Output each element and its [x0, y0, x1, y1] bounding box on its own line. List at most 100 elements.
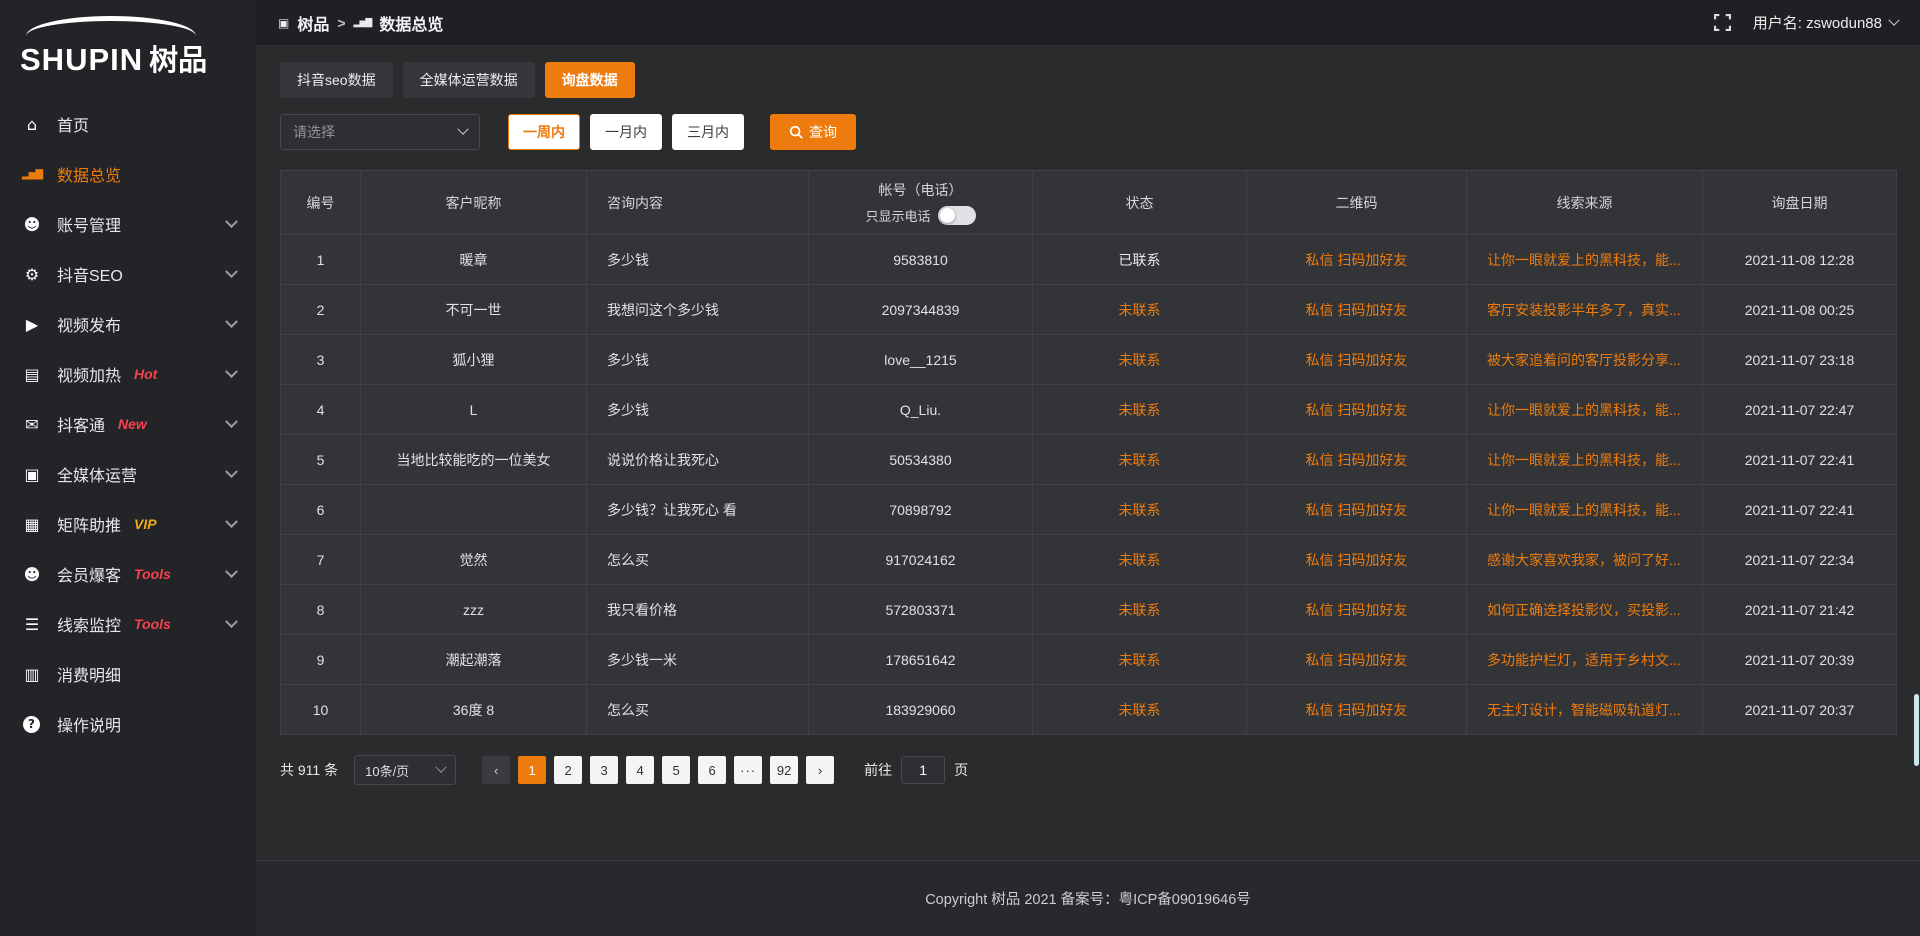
sidebar-item[interactable]: ▦ 矩阵助推 VIP: [0, 499, 256, 549]
table-header-row: 编号 客户昵称 咨询内容 帐号（电话） 只显示电话 状态 二维码 线索来源 询盘…: [281, 171, 1897, 235]
status-badge: 未联系: [1119, 302, 1161, 318]
page-size-select[interactable]: 10条/页: [354, 755, 456, 785]
qrcode-link[interactable]: 私信 扫码加好友: [1306, 302, 1408, 318]
source-link[interactable]: 让你一眼就爱上的黑科技，能...: [1467, 400, 1702, 420]
page-size-value: 10条/页: [365, 761, 409, 780]
qrcode-link[interactable]: 私信 扫码加好友: [1306, 502, 1408, 518]
cell-source: 客厅安装投影半年多了，真实...: [1467, 285, 1703, 335]
sidebar-item-icon: ?: [23, 716, 40, 733]
header-id: 编号: [281, 171, 361, 235]
cell-qrcode: 私信 扫码加好友: [1247, 435, 1467, 485]
sidebar-item-icon: ☻: [20, 215, 44, 234]
source-link[interactable]: 让你一眼就爱上的黑科技，能...: [1467, 250, 1702, 270]
page-button[interactable]: 1: [518, 756, 546, 784]
sidebar-item[interactable]: ▣ 全媒体运营: [0, 449, 256, 499]
phone-only-toggle[interactable]: [938, 206, 976, 225]
tab-button[interactable]: 全媒体运营数据: [403, 62, 535, 98]
cell-status: 未联系: [1033, 435, 1247, 485]
source-link[interactable]: 让你一眼就爱上的黑科技，能...: [1467, 500, 1702, 520]
header-qrcode: 二维码: [1247, 171, 1467, 235]
cell-content: 我只看价格: [587, 585, 809, 635]
status-badge: 未联系: [1119, 552, 1161, 568]
search-button[interactable]: 查询: [770, 114, 856, 150]
cell-account: 917024162: [809, 535, 1033, 585]
filter-bar: 请选择 一周内 一月内 三月内 查询: [280, 114, 1896, 150]
logo-text-en: SHUPIN: [20, 42, 143, 78]
qrcode-link[interactable]: 私信 扫码加好友: [1306, 602, 1408, 618]
goto-page: 前往 页: [864, 756, 968, 784]
tab-button[interactable]: 抖音seo数据: [280, 62, 393, 98]
source-link[interactable]: 无主灯设计，智能磁吸轨道灯...: [1467, 700, 1702, 720]
sidebar-item[interactable]: ? 操作说明: [0, 699, 256, 749]
page-button[interactable]: 4: [626, 756, 654, 784]
time-range-button[interactable]: 一周内: [508, 114, 580, 150]
qrcode-link[interactable]: 私信 扫码加好友: [1306, 552, 1408, 568]
time-range-button[interactable]: 三月内: [672, 114, 744, 150]
source-link[interactable]: 让你一眼就爱上的黑科技，能...: [1467, 450, 1702, 470]
sidebar-item-icon: ⚙: [20, 265, 44, 284]
page-button[interactable]: ›: [806, 756, 834, 784]
sidebar-item-icon: ▤: [20, 365, 44, 384]
sidebar-item[interactable]: ▶ 视频发布: [0, 299, 256, 349]
sidebar-item[interactable]: ✉ 抖客通 New: [0, 399, 256, 449]
cell-id: 2: [281, 285, 361, 335]
sidebar-item[interactable]: ▥ 消费明细: [0, 649, 256, 699]
source-link[interactable]: 多功能护栏灯，适用于乡村文...: [1467, 650, 1702, 670]
cell-nickname: 狐小狸: [361, 335, 587, 385]
sidebar-item[interactable]: ⚙ 抖音SEO: [0, 249, 256, 299]
sidebar-item[interactable]: ⌂ 首页: [0, 99, 256, 149]
sidebar-menu: ⌂ 首页 ▂▅▇ 数据总览 ☻ 账号管理: [0, 99, 256, 749]
source-link[interactable]: 被大家追着问的客厅投影分享...: [1467, 350, 1702, 370]
sidebar-item-icon: ▂▅▇: [20, 169, 44, 180]
source-link[interactable]: 客厅安装投影半年多了，真实...: [1467, 300, 1702, 320]
cell-date: 2021-11-07 20:39: [1703, 635, 1897, 685]
cell-source: 让你一眼就爱上的黑科技，能...: [1467, 385, 1703, 435]
qrcode-link[interactable]: 私信 扫码加好友: [1306, 702, 1408, 718]
cell-id: 6: [281, 485, 361, 535]
breadcrumb-root[interactable]: 树品: [297, 11, 329, 35]
qrcode-link[interactable]: 私信 扫码加好友: [1306, 252, 1408, 268]
user-menu[interactable]: 用户名: zswodun88: [1753, 12, 1898, 33]
status-badge: 未联系: [1119, 602, 1161, 618]
chevron-down-icon: [1888, 14, 1899, 25]
sidebar-item[interactable]: ☻ 账号管理: [0, 199, 256, 249]
status-badge: 已联系: [1119, 252, 1161, 268]
page-button[interactable]: 92: [770, 756, 798, 784]
page-button[interactable]: 6: [698, 756, 726, 784]
cell-account: 70898792: [809, 485, 1033, 535]
cell-qrcode: 私信 扫码加好友: [1247, 685, 1467, 735]
status-badge: 未联系: [1119, 402, 1161, 418]
qrcode-link[interactable]: 私信 扫码加好友: [1306, 652, 1408, 668]
page-button[interactable]: 5: [662, 756, 690, 784]
scrollbar-thumb[interactable]: [1914, 694, 1919, 766]
table-row: 10 36度 8 怎么买 183929060 未联系 私信 扫码加好友 无主灯设…: [281, 685, 1897, 735]
cell-nickname: 觉然: [361, 535, 587, 585]
table-row: 9 潮起潮落 多少钱一米 178651642 未联系 私信 扫码加好友 多功能护…: [281, 635, 1897, 685]
qrcode-link[interactable]: 私信 扫码加好友: [1306, 352, 1408, 368]
time-range-button[interactable]: 一月内: [590, 114, 662, 150]
sidebar-item-badge: Hot: [134, 366, 157, 382]
cell-content: 怎么买: [587, 685, 809, 735]
cell-nickname: L: [361, 385, 587, 435]
chevron-down-icon: [435, 762, 446, 773]
sidebar-item[interactable]: ☻ 会员爆客 Tools: [0, 549, 256, 599]
page-button[interactable]: ···: [734, 756, 762, 784]
page-button[interactable]: ‹: [482, 756, 510, 784]
sidebar-item[interactable]: ▤ 视频加热 Hot: [0, 349, 256, 399]
fullscreen-icon[interactable]: [1714, 14, 1731, 31]
page-button[interactable]: 3: [590, 756, 618, 784]
sidebar-item[interactable]: ☰ 线索监控 Tools: [0, 599, 256, 649]
tab-button[interactable]: 询盘数据: [545, 62, 635, 98]
page-button[interactable]: 2: [554, 756, 582, 784]
source-link[interactable]: 如何正确选择投影仪，买投影...: [1467, 600, 1702, 620]
account-select[interactable]: 请选择: [280, 114, 480, 150]
qrcode-link[interactable]: 私信 扫码加好友: [1306, 452, 1408, 468]
cell-date: 2021-11-08 12:28: [1703, 235, 1897, 285]
cell-account: 178651642: [809, 635, 1033, 685]
goto-page-input[interactable]: [901, 756, 945, 784]
qrcode-link[interactable]: 私信 扫码加好友: [1306, 402, 1408, 418]
sidebar-item[interactable]: ▂▅▇ 数据总览: [0, 149, 256, 199]
source-link[interactable]: 感谢大家喜欢我家，被问了好...: [1467, 550, 1702, 570]
footer: Copyright 树品 2021 备案号：粤ICP备09019646号: [256, 860, 1920, 936]
sidebar-item-icon: ⌂: [20, 115, 44, 134]
